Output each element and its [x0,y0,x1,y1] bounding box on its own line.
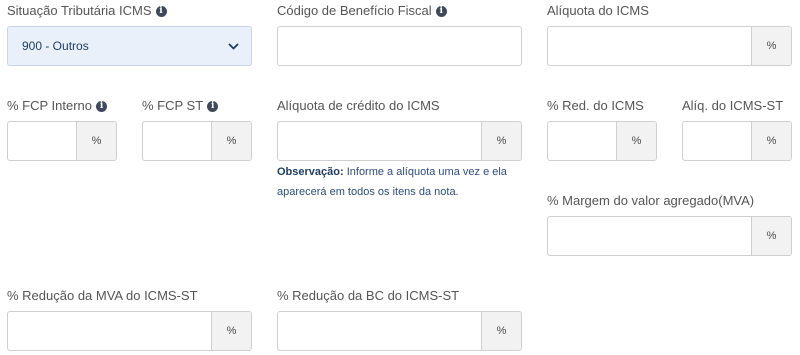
aliq-icms-st-field: % [682,121,792,161]
info-icon[interactable]: i [96,100,108,112]
percent-addon: % [751,217,791,255]
percent-addon: % [481,122,521,160]
aliquota-credito-input[interactable] [278,122,481,160]
percent-addon: % [751,27,791,65]
aliquota-icms-field: % [547,26,792,66]
fcp-interno-input[interactable] [8,122,76,160]
observacao-label: Observação: [277,166,344,178]
percent-addon: % [616,122,656,160]
aliq-icms-st-input[interactable] [683,122,751,160]
fcp-interno-field: % [7,121,117,161]
fcp-interno-label-wrap: % FCP Interno i [7,98,108,114]
observacao-note: Observação: Informe a alíquota uma vez e… [277,162,527,202]
aliquota-icms-input[interactable] [548,27,751,65]
situacao-selected-value: 900 - Outros [22,39,89,53]
codigo-beneficio-input[interactable] [278,27,521,65]
info-icon[interactable]: i [435,5,447,17]
red-icms-label: % Red. do ICMS [547,98,644,113]
reducao-mva-input[interactable] [8,312,211,350]
percent-addon: % [751,122,791,160]
codigo-beneficio-label: Código de Benefício Fiscal [277,3,432,18]
margem-mva-input[interactable] [548,217,751,255]
situacao-select[interactable]: 900 - Outros [7,26,252,66]
aliquota-credito-label: Alíquota de crédito do ICMS [277,98,440,113]
red-icms-field: % [547,121,657,161]
reducao-bc-label: % Redução da BC do ICMS-ST [277,288,460,303]
percent-addon: % [211,312,251,350]
info-icon[interactable]: i [207,100,219,112]
aliquota-icms-label: Alíquota do ICMS [547,3,649,18]
percent-addon: % [481,312,521,350]
reducao-bc-input[interactable] [278,312,481,350]
reducao-mva-label: % Redução da MVA do ICMS-ST [7,288,198,303]
fcp-st-input[interactable] [143,122,211,160]
chevron-down-icon [228,42,239,50]
margem-mva-label: % Margem do valor agregado(MVA) [547,193,755,208]
fcp-st-label: % FCP ST [142,98,204,113]
percent-addon: % [211,122,251,160]
fcp-st-field: % [142,121,252,161]
aliquota-credito-field: % [277,121,522,161]
percent-addon: % [76,122,116,160]
codigo-beneficio-field [277,26,522,66]
situacao-label: Situação Tributária ICMS [7,3,152,18]
situacao-label-wrap: Situação Tributária ICMS i [7,3,167,19]
reducao-mva-field: % [7,311,252,351]
margem-mva-field: % [547,216,792,256]
info-icon[interactable]: i [155,5,167,17]
red-icms-input[interactable] [548,122,616,160]
aliq-icms-st-label: Alíq. do ICMS-ST [682,98,784,113]
fcp-interno-label: % FCP Interno [7,98,93,113]
reducao-bc-field: % [277,311,522,351]
fcp-st-label-wrap: % FCP ST i [142,98,219,114]
codigo-beneficio-label-wrap: Código de Benefício Fiscal i [277,3,447,19]
